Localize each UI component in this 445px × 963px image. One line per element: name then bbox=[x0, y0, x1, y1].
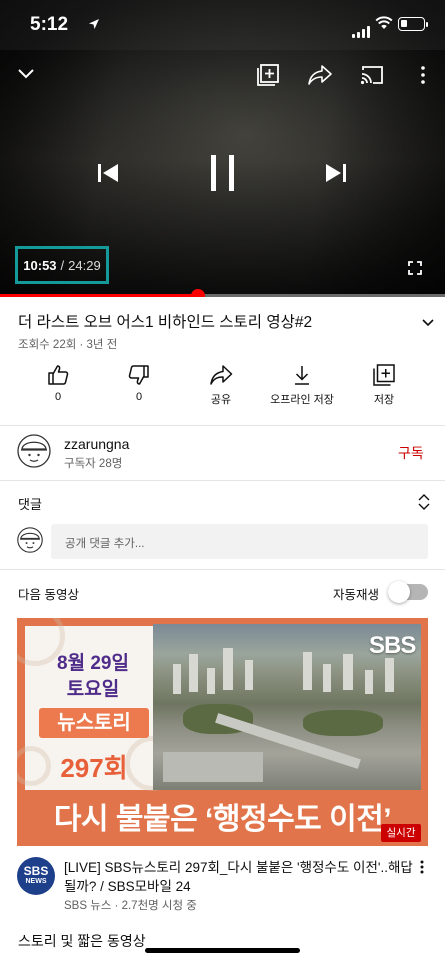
subscriber-count: 구독자 28명 bbox=[64, 458, 123, 470]
comments-heading[interactable]: 댓글 bbox=[18, 494, 42, 513]
duration: 24:29 bbox=[68, 257, 101, 273]
status-bar: 5:12 bbox=[0, 0, 445, 50]
sbs-news-avatar[interactable]: SBS NEWS bbox=[17, 857, 55, 895]
time-separator: / bbox=[60, 257, 65, 273]
channel-name[interactable]: zzarungna bbox=[64, 436, 129, 452]
thumbnail-info-panel: 8월 29일 토요일 뉴스토리 297회 bbox=[17, 618, 180, 791]
autoplay-label: 자동재생 bbox=[333, 588, 380, 602]
progress-bar[interactable] bbox=[0, 288, 445, 297]
download-label: 오프라인 저장 bbox=[270, 394, 334, 406]
pause-icon[interactable] bbox=[203, 150, 243, 196]
divider bbox=[0, 425, 445, 426]
save-label: 저장 bbox=[373, 394, 395, 406]
channel-row[interactable]: zzarungna 구독자 28명 구독 bbox=[0, 427, 445, 479]
dislike-count: 0 bbox=[135, 391, 143, 403]
share-button[interactable]: 공유 bbox=[176, 364, 266, 407]
time-display: 10:53 / 24:29 bbox=[15, 246, 109, 284]
next-video-thumbnail[interactable]: 8월 29일 토요일 뉴스토리 297회 SBS 다시 불붙은 ‘행정수도 이전… bbox=[17, 618, 428, 846]
thumbs-down-icon bbox=[128, 365, 149, 385]
autoplay-toggle[interactable] bbox=[388, 581, 428, 603]
cell-signal-icon bbox=[352, 20, 372, 38]
dislike-button[interactable]: 0 bbox=[94, 364, 184, 403]
divider bbox=[0, 569, 445, 570]
more-options-icon[interactable] bbox=[420, 860, 424, 879]
download-icon bbox=[295, 366, 309, 385]
channel-avatar[interactable] bbox=[17, 434, 51, 468]
comment-input[interactable]: 공개 댓글 추가... bbox=[51, 524, 428, 559]
thumbnail-date: 8월 29일 토요일 bbox=[57, 653, 129, 700]
progress-played bbox=[0, 294, 198, 297]
divider bbox=[0, 480, 445, 481]
video-title[interactable]: 더 라스트 오브 어스1 비하인드 스토리 영상#2 bbox=[18, 310, 408, 332]
previous-icon[interactable] bbox=[92, 158, 124, 188]
shorts-section-heading: 스토리 및 짧은 동영상 bbox=[18, 933, 146, 949]
status-time: 5:12 bbox=[30, 14, 69, 35]
next-video-meta: SBS 뉴스 · 2.7천명 시청 중 bbox=[64, 900, 197, 912]
wifi-icon bbox=[375, 16, 393, 29]
battery-icon bbox=[398, 17, 428, 31]
live-badge: 실시간 bbox=[381, 824, 421, 842]
expand-description-icon[interactable] bbox=[422, 314, 434, 332]
expand-comments-icon[interactable] bbox=[418, 494, 430, 515]
current-time: 10:53 bbox=[23, 257, 57, 273]
video-player[interactable]: 5:12 10:53 / 24:29 bbox=[0, 0, 445, 297]
download-button[interactable]: 오프라인 저장 bbox=[257, 364, 347, 407]
thumbnail-series: 뉴스토리 bbox=[39, 708, 149, 738]
subscribe-button[interactable]: 구독 bbox=[398, 443, 424, 463]
share-label: 공유 bbox=[210, 394, 232, 406]
home-indicator[interactable] bbox=[145, 948, 300, 953]
next-video-title[interactable]: [LIVE] SBS뉴스토리 297회_다시 불붙은 '행정수도 이전'..해답… bbox=[64, 858, 414, 896]
cast-icon[interactable] bbox=[359, 63, 385, 87]
next-icon[interactable] bbox=[320, 158, 352, 188]
like-button[interactable]: 0 bbox=[13, 364, 103, 403]
toggle-thumb bbox=[388, 581, 410, 603]
share-icon[interactable] bbox=[307, 63, 333, 87]
fullscreen-icon[interactable] bbox=[404, 257, 426, 279]
like-count: 0 bbox=[54, 391, 62, 403]
more-options-icon[interactable] bbox=[414, 63, 432, 87]
user-avatar bbox=[17, 527, 43, 553]
video-meta: 조회수 22회 · 3년 전 bbox=[18, 339, 118, 351]
action-bar: 0 0 공유 오프라인 저장 저장 bbox=[0, 364, 445, 414]
thumbnail-headline: 다시 불붙은 ‘행정수도 이전’ bbox=[17, 794, 428, 846]
location-arrow-icon bbox=[89, 19, 99, 29]
sbs-logo: SBS bbox=[369, 632, 416, 659]
save-button[interactable]: 저장 bbox=[339, 364, 429, 407]
save-to-playlist-icon bbox=[373, 364, 395, 386]
thumbs-up-icon bbox=[48, 365, 69, 385]
add-to-playlist-icon[interactable] bbox=[256, 63, 280, 87]
share-icon bbox=[210, 365, 233, 385]
up-next-heading: 다음 동영상 bbox=[18, 588, 79, 602]
thumbnail-episode: 297회 bbox=[60, 753, 128, 783]
minimize-chevron-icon[interactable] bbox=[14, 62, 38, 86]
